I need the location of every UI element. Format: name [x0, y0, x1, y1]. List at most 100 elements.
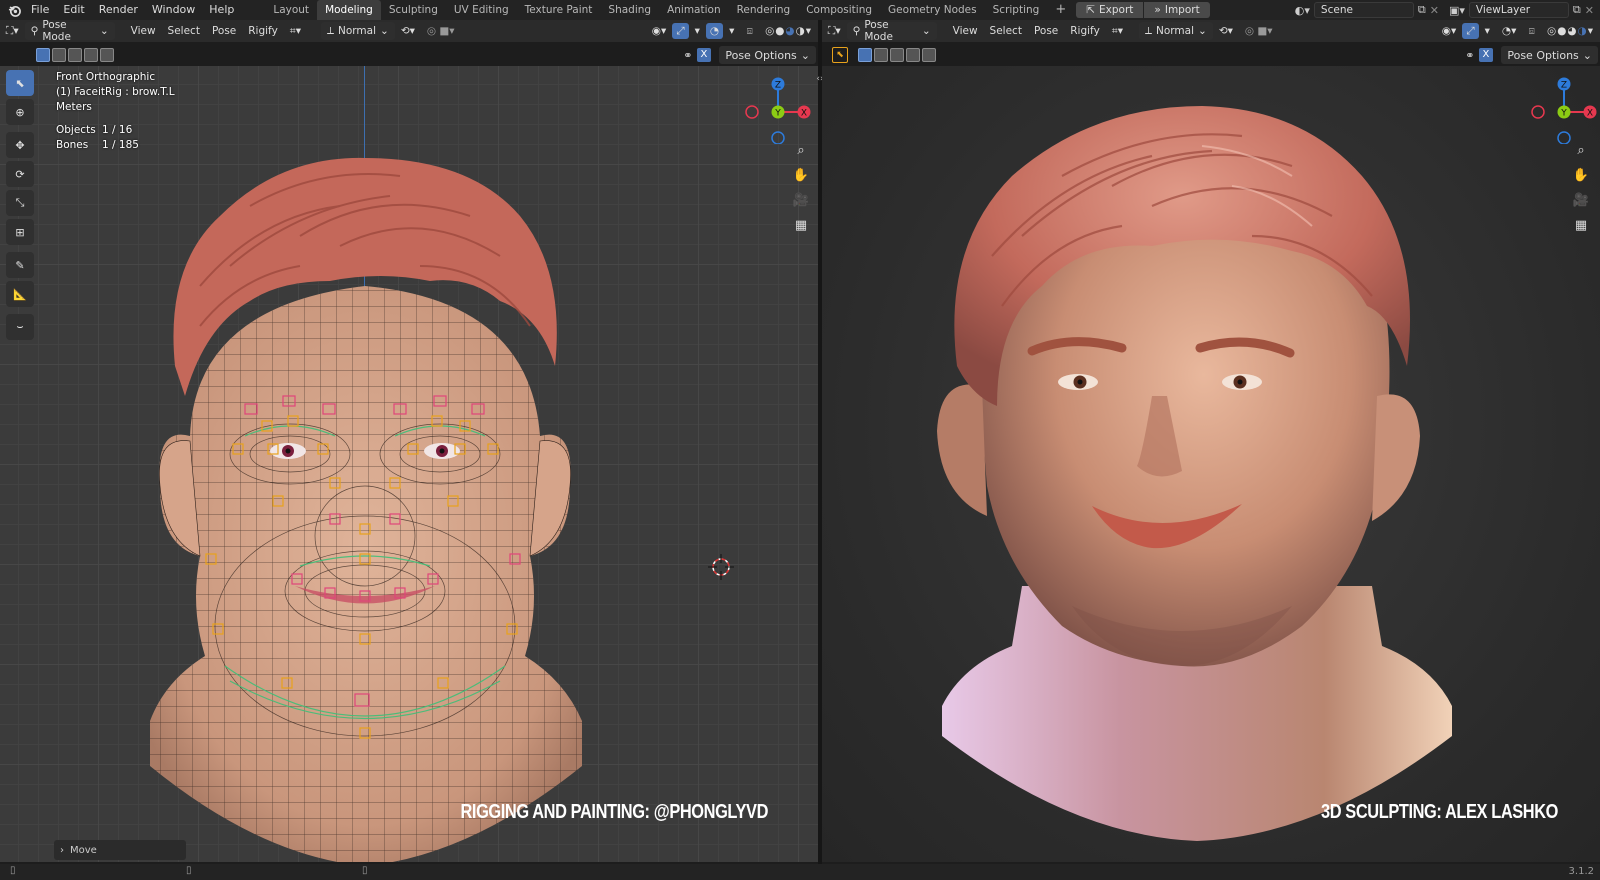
- mirror-icon[interactable]: ⚭: [683, 49, 692, 62]
- snap-icon[interactable]: ⟲▾: [1213, 20, 1239, 42]
- overlay-toggle-icon[interactable]: ◔▾: [1496, 20, 1522, 42]
- chevron-down-icon: ⌄: [800, 48, 810, 62]
- orientation-dropdown[interactable]: ⟂ Normal ⌄: [1138, 22, 1213, 40]
- left-3d-viewport[interactable]: Front Orthographic (1) FaceitRig : brow.…: [0, 66, 818, 862]
- tab-uv-editing[interactable]: UV Editing: [446, 0, 517, 20]
- mode-dropdown[interactable]: ⚲ Pose Mode ⌄: [24, 19, 115, 43]
- pose-options-label: Pose Options: [1507, 48, 1579, 62]
- pan-hand-icon[interactable]: ✋: [790, 164, 812, 186]
- menu-rigify[interactable]: Rigify: [242, 20, 284, 42]
- overlay-toggle-icon[interactable]: ◔: [705, 23, 724, 39]
- menu-file[interactable]: File: [24, 0, 56, 20]
- scene-field[interactable]: Scene: [1313, 2, 1414, 18]
- move-tool[interactable]: ✥: [6, 132, 34, 158]
- snap-icon[interactable]: ⟲▾: [395, 20, 421, 42]
- menu-rigify[interactable]: Rigify: [1064, 20, 1106, 42]
- menu-view[interactable]: View: [125, 20, 162, 42]
- shading-buttons[interactable]: ◎●◕◑▾: [759, 20, 818, 42]
- transform-tool[interactable]: ⊞: [6, 219, 34, 245]
- curve-icon: ⌣: [16, 320, 24, 333]
- tab-animation[interactable]: Animation: [659, 0, 729, 20]
- gizmo-dropdown-icon[interactable]: ▾: [1479, 20, 1496, 42]
- menu-render[interactable]: Render: [92, 0, 145, 20]
- select-tool-icon[interactable]: ⬉: [832, 47, 848, 63]
- visibility-icon[interactable]: ◉▾: [646, 20, 672, 42]
- select-mode-buttons[interactable]: [858, 48, 936, 62]
- blender-logo-icon[interactable]: [4, 4, 24, 17]
- gizmo-dropdown-icon[interactable]: ▾: [689, 20, 706, 42]
- tab-scripting[interactable]: Scripting: [985, 0, 1048, 20]
- editor-type-icon[interactable]: ⛶▾: [822, 20, 847, 42]
- move-icon: ✥: [15, 138, 25, 152]
- rotate-tool[interactable]: ⟳: [6, 161, 34, 187]
- overlay-dropdown-icon[interactable]: ▾: [723, 20, 740, 42]
- pivot-icon[interactable]: ⌗▾: [1106, 20, 1129, 42]
- gizmo-x-label: X: [1587, 109, 1593, 119]
- new-scene-icon[interactable]: ⧉: [1418, 3, 1426, 17]
- proportional-icon[interactable]: ◎ ■▾: [421, 20, 461, 42]
- camera-icon[interactable]: 🎥: [1570, 189, 1592, 211]
- view-layer-icon[interactable]: ▣▾: [1449, 4, 1465, 17]
- pose-options-dropdown[interactable]: Pose Options ⌄: [1501, 46, 1598, 64]
- tab-sculpting[interactable]: Sculpting: [381, 0, 446, 20]
- select-box-tool[interactable]: ⬉: [6, 70, 34, 96]
- menu-select[interactable]: Select: [984, 20, 1028, 42]
- grid-icon[interactable]: ▦: [790, 214, 812, 236]
- proportional-icon[interactable]: ◎ ■▾: [1239, 20, 1279, 42]
- orientation-dropdown[interactable]: ⟂ Normal ⌄: [320, 22, 395, 40]
- zoom-icon[interactable]: ⌕: [1570, 139, 1592, 161]
- navigation-gizmo[interactable]: Z X Y: [1524, 72, 1600, 144]
- annotate-tool[interactable]: ✎: [6, 252, 34, 278]
- menu-window[interactable]: Window: [145, 0, 202, 20]
- add-workspace-button[interactable]: +: [1047, 0, 1074, 20]
- navigation-gizmo[interactable]: Z X Y: [738, 72, 818, 144]
- xray-icon[interactable]: ⧈: [740, 20, 759, 42]
- gizmo-toggle-icon[interactable]: ⤢: [1462, 23, 1479, 39]
- pivot-icon[interactable]: ⌗▾: [284, 20, 307, 42]
- select-mode-buttons[interactable]: [36, 48, 114, 62]
- menu-pose[interactable]: Pose: [206, 20, 242, 42]
- zoom-icon[interactable]: ⌕: [790, 139, 812, 161]
- xray-icon[interactable]: ⧈: [1522, 20, 1541, 42]
- tab-compositing[interactable]: Compositing: [798, 0, 880, 20]
- delete-view-layer-icon[interactable]: ✕: [1585, 4, 1594, 17]
- chevron-down-icon: ⌄: [99, 25, 109, 37]
- pose-options-dropdown[interactable]: Pose Options ⌄: [719, 46, 816, 64]
- measure-tool[interactable]: 📐: [6, 281, 34, 307]
- cursor-tool[interactable]: ⊕: [6, 99, 34, 125]
- tab-rendering[interactable]: Rendering: [729, 0, 799, 20]
- delete-scene-icon[interactable]: ✕: [1430, 4, 1439, 17]
- visibility-icon[interactable]: ◉▾: [1436, 20, 1462, 42]
- editor-type-icon[interactable]: ⛶▾: [0, 20, 25, 42]
- mode-dropdown[interactable]: ⚲ Pose Mode ⌄: [846, 19, 937, 43]
- menu-select[interactable]: Select: [162, 20, 206, 42]
- mirror-x-toggle[interactable]: X: [696, 48, 712, 62]
- last-operator-panel[interactable]: › Move: [54, 840, 186, 860]
- import-button[interactable]: » Import: [1144, 2, 1210, 18]
- view-layer-field[interactable]: ViewLayer: [1468, 2, 1569, 18]
- new-view-layer-icon[interactable]: ⧉: [1573, 3, 1581, 17]
- mirror-icon[interactable]: ⚭: [1465, 49, 1474, 62]
- shading-buttons[interactable]: ◎●◕◑▾: [1541, 20, 1600, 42]
- menu-pose[interactable]: Pose: [1028, 20, 1064, 42]
- grid-icon[interactable]: ▦: [1570, 214, 1592, 236]
- menu-view[interactable]: View: [947, 20, 984, 42]
- tab-geometry-nodes[interactable]: Geometry Nodes: [880, 0, 985, 20]
- tab-layout[interactable]: Layout: [265, 0, 317, 20]
- 3d-cursor[interactable]: [708, 554, 734, 580]
- scene-icon[interactable]: ◐▾: [1295, 4, 1310, 17]
- mirror-x-toggle[interactable]: X: [1478, 48, 1494, 62]
- tab-texture-paint[interactable]: Texture Paint: [517, 0, 601, 20]
- menu-edit[interactable]: Edit: [56, 0, 91, 20]
- camera-icon[interactable]: 🎥: [790, 189, 812, 211]
- orientation-icon: ⟂: [1144, 24, 1152, 37]
- gizmo-toggle-icon[interactable]: ⤢: [672, 23, 689, 39]
- tab-shading[interactable]: Shading: [600, 0, 659, 20]
- export-button[interactable]: ⇱ Export: [1076, 2, 1144, 18]
- bone-tool[interactable]: ⌣: [6, 314, 34, 340]
- menu-help[interactable]: Help: [202, 0, 241, 20]
- right-3d-viewport[interactable]: Z X Y ⌕ ✋ 🎥 ▦ 3D SCULPTING: ALEX LASHKO: [822, 66, 1600, 862]
- scale-tool[interactable]: ⤡: [6, 190, 34, 216]
- tab-modeling[interactable]: Modeling: [317, 0, 381, 20]
- pan-hand-icon[interactable]: ✋: [1570, 164, 1592, 186]
